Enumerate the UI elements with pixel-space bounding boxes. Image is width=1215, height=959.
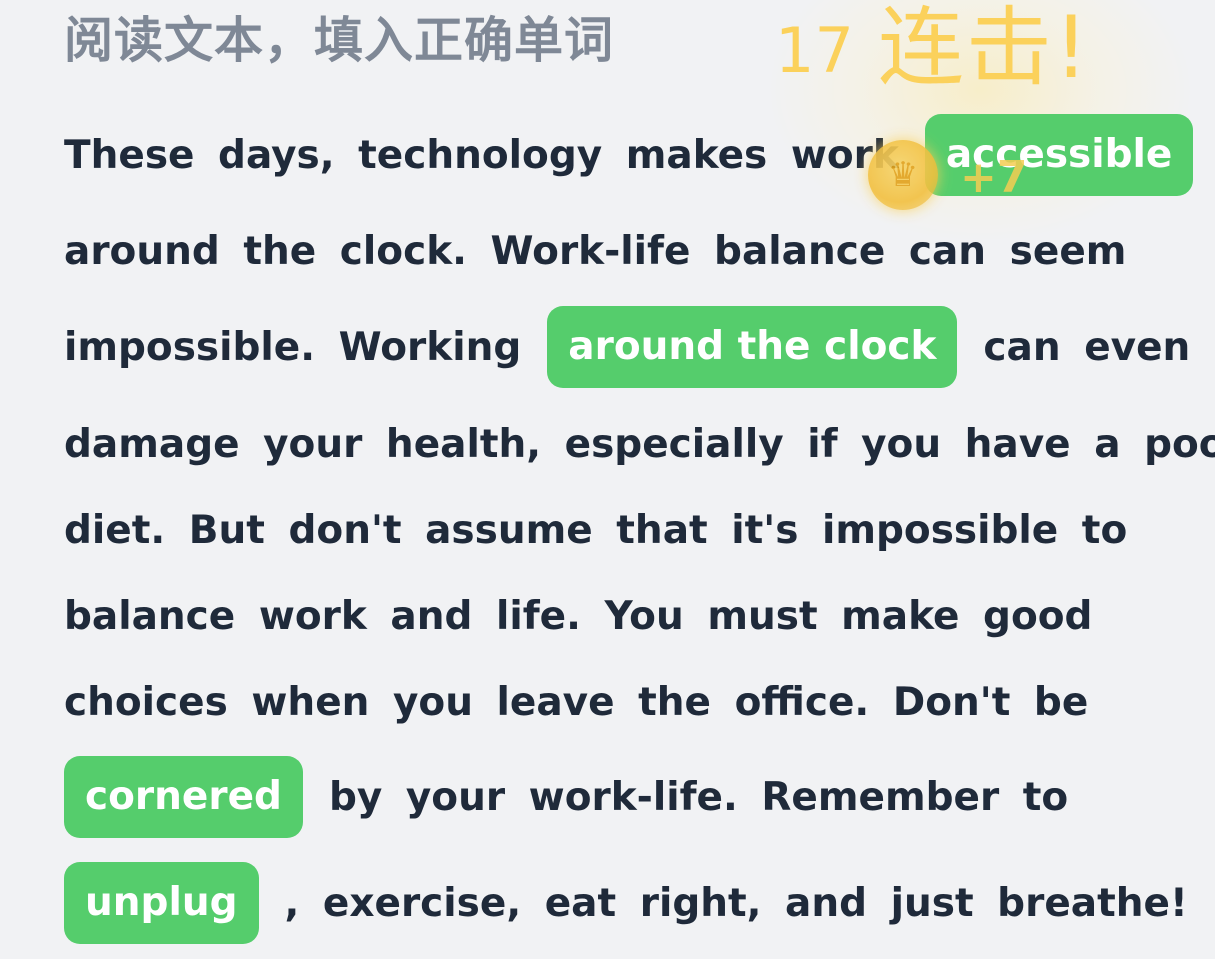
passage-line-2: around the clock. Work-life balance can …: [64, 210, 1126, 292]
passage-line-5: diet. But don't assume that it's impossi…: [64, 489, 1127, 571]
passage-line-3: impossible. Working around the clock can…: [64, 306, 1190, 388]
passage-text: diet. But don't assume that it's impossi…: [64, 507, 1128, 553]
passage-text: damage your health, especially if you ha…: [64, 421, 1215, 467]
answer-chip-unplug[interactable]: unplug: [64, 862, 259, 944]
passage-text: These days, technology makes work: [64, 132, 899, 178]
passage-line-6: balance work and life. You must make goo…: [64, 575, 1092, 657]
passage-text: around the clock. Work-life balance can …: [64, 228, 1127, 274]
passage-text: can even: [983, 324, 1191, 370]
passage-line-4: damage your health, especially if you ha…: [64, 403, 1215, 485]
combo-label: 连击!: [877, 0, 1091, 98]
passage-line-9: unplug , exercise, eat right, and just b…: [64, 862, 1188, 944]
answer-chip-around-the-clock[interactable]: around the clock: [547, 306, 958, 388]
passage-text: impossible. Working: [64, 324, 522, 370]
passage-text: , exercise, eat right, and just breathe!: [284, 880, 1188, 926]
crown-coin-icon: ♛: [868, 140, 938, 210]
combo-indicator: 17 连击!: [775, 0, 1090, 96]
passage-line-8: cornered by your work-life. Remember to: [64, 756, 1068, 838]
passage-line-7: choices when you leave the office. Don't…: [64, 661, 1088, 743]
instruction-title: 阅读文本，填入正确单词: [64, 12, 615, 69]
combo-count: 17: [775, 14, 854, 87]
answer-chip-cornered[interactable]: cornered: [64, 756, 303, 838]
passage-text: balance work and life. You must make goo…: [64, 593, 1093, 639]
fill-in-blank-screen: 阅读文本，填入正确单词 17 连击! These days, technolog…: [0, 0, 1215, 959]
passage-text: choices when you leave the office. Don't…: [64, 679, 1089, 725]
reward-points: +7: [960, 152, 1028, 203]
passage-text: by your work-life. Remember to: [328, 774, 1069, 820]
